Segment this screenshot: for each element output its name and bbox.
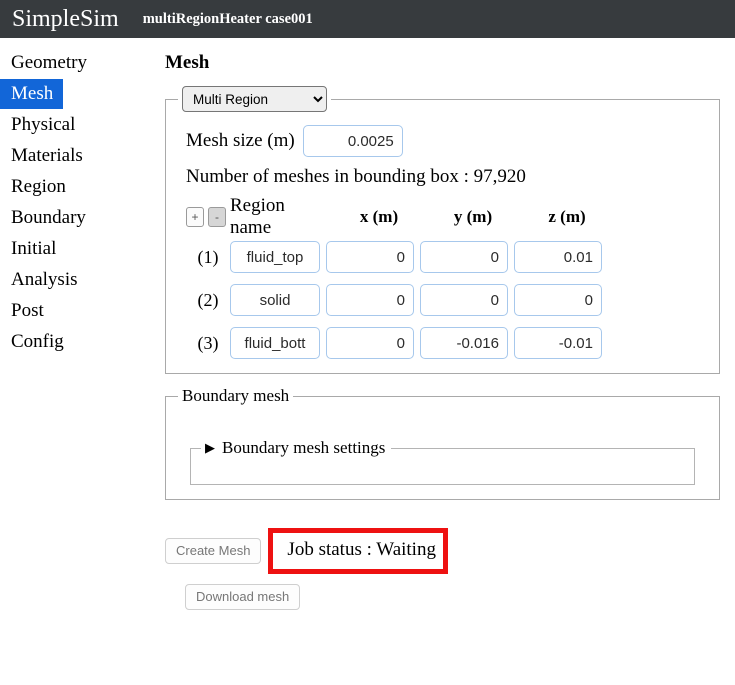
column-header-region-name: Region name xyxy=(230,195,285,238)
region-x-input[interactable] xyxy=(326,241,414,273)
main-content: Mesh Multi Region Mesh size (m) Number o… xyxy=(160,38,735,610)
mesh-count-text: Number of meshes in bounding box : 97,92… xyxy=(186,166,526,187)
action-area: Create Mesh Job status : Waiting Downloa… xyxy=(165,516,735,610)
column-header-z: z (m) xyxy=(548,207,586,226)
mesh-size-label: Mesh size (m) xyxy=(186,130,295,151)
mesh-settings-panel: Multi Region Mesh size (m) Number of mes… xyxy=(165,86,720,374)
table-row: (1) xyxy=(186,241,707,273)
region-y-input[interactable] xyxy=(420,327,508,359)
app-header: SimpleSim multiRegionHeater case001 xyxy=(0,0,735,38)
region-y-input[interactable] xyxy=(420,241,508,273)
sidebar-item-analysis[interactable]: Analysis xyxy=(0,265,88,295)
region-table: + - Region name x (m) y (m) z (m) (1) fl… xyxy=(186,195,707,359)
sidebar-item-region[interactable]: Region xyxy=(0,172,76,202)
row-controls: + - xyxy=(186,207,230,227)
app-body: Geometry Mesh Physical Materials Region … xyxy=(0,38,735,685)
row-index: (3) xyxy=(197,332,219,353)
region-x-input[interactable] xyxy=(326,284,414,316)
chevron-right-icon[interactable]: ▶ xyxy=(205,440,215,456)
remove-row-button[interactable]: - xyxy=(208,207,226,227)
sidebar-item-mesh[interactable]: Mesh xyxy=(0,79,64,109)
boundary-mesh-settings-toggle[interactable]: ▶ Boundary mesh settings xyxy=(201,438,391,458)
region-table-header: + - Region name x (m) y (m) z (m) xyxy=(186,195,707,238)
create-mesh-button[interactable]: Create Mesh xyxy=(165,538,262,564)
region-z-input[interactable] xyxy=(514,284,602,316)
sidebar-item-materials[interactable]: Materials xyxy=(0,141,93,171)
region-name-input[interactable] xyxy=(230,327,320,359)
region-z-input[interactable] xyxy=(514,327,602,359)
region-z-input[interactable] xyxy=(514,241,602,273)
region-name-input[interactable] xyxy=(230,284,320,316)
add-row-button[interactable]: + xyxy=(186,207,204,227)
sidebar-item-geometry[interactable]: Geometry xyxy=(0,48,97,78)
job-status-text: Job status : Waiting xyxy=(287,539,436,560)
column-header-x: x (m) xyxy=(359,207,399,226)
sidebar-item-boundary[interactable]: Boundary xyxy=(0,203,96,233)
boundary-mesh-settings-label: Boundary mesh settings xyxy=(222,438,386,457)
table-row: (3) xyxy=(186,327,707,359)
sidebar: Geometry Mesh Physical Materials Region … xyxy=(0,38,160,358)
region-mode-legend: Multi Region xyxy=(178,86,331,112)
sidebar-item-physical[interactable]: Physical xyxy=(0,110,85,140)
mesh-size-row: Mesh size (m) xyxy=(186,125,707,157)
app-brand: SimpleSim xyxy=(12,6,119,32)
case-title: multiRegionHeater case001 xyxy=(142,10,313,27)
boundary-mesh-panel: Boundary mesh ▶ Boundary mesh settings xyxy=(165,386,720,500)
boundary-mesh-settings-body xyxy=(201,460,684,474)
sidebar-item-initial[interactable]: Initial xyxy=(0,234,66,264)
region-y-input[interactable] xyxy=(420,284,508,316)
table-row: (2) xyxy=(186,284,707,316)
sidebar-item-post[interactable]: Post xyxy=(0,296,54,326)
boundary-mesh-settings-group: ▶ Boundary mesh settings xyxy=(190,438,695,485)
download-mesh-button[interactable]: Download mesh xyxy=(185,584,301,610)
sidebar-item-config[interactable]: Config xyxy=(0,327,74,357)
row-index: (1) xyxy=(197,246,219,267)
region-mode-select[interactable]: Multi Region xyxy=(182,86,327,112)
column-header-y: y (m) xyxy=(453,207,493,226)
region-name-input[interactable] xyxy=(230,241,320,273)
row-index: (2) xyxy=(197,289,219,310)
mesh-size-input[interactable] xyxy=(302,125,403,157)
region-x-input[interactable] xyxy=(326,327,414,359)
boundary-mesh-legend: Boundary mesh xyxy=(182,386,290,405)
page-title: Mesh xyxy=(165,52,210,73)
job-status-highlight: Job status : Waiting xyxy=(268,528,449,574)
download-area: Download mesh xyxy=(185,584,735,610)
